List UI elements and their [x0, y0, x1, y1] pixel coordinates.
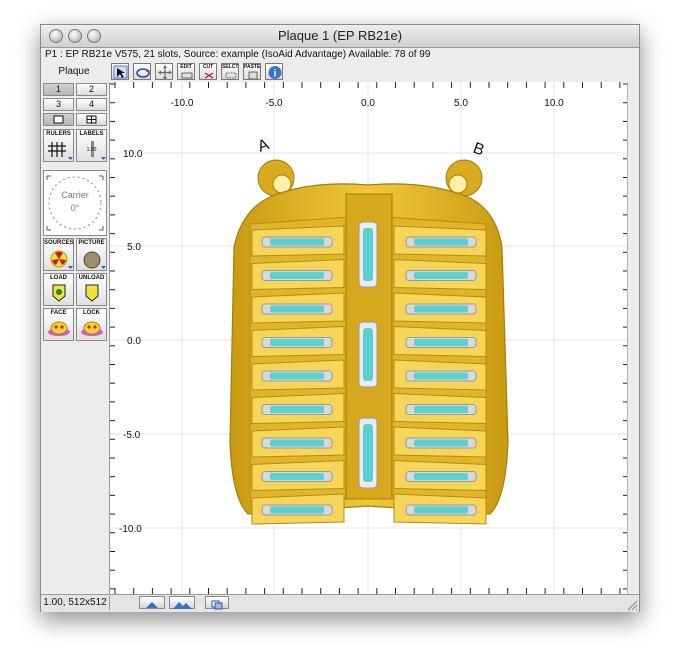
- y-tick-label: -5.0: [123, 430, 141, 441]
- x-tick-label: 10.0: [544, 98, 564, 109]
- seed: [270, 305, 324, 313]
- plaque-window: Plaque 1 (EP RB21e) P1 : EP RB21e V575, …: [40, 24, 640, 612]
- lock-button[interactable]: LOCK: [76, 308, 107, 341]
- seed: [270, 372, 324, 380]
- zoom-small-button[interactable]: [139, 596, 165, 609]
- mountain-large-icon: [173, 602, 192, 609]
- seed: [270, 406, 324, 413]
- single-view-button[interactable]: [43, 113, 74, 126]
- unload-icon: [85, 284, 99, 302]
- carrier-label: Carrier: [61, 190, 89, 200]
- seed: [414, 506, 468, 514]
- seed: [414, 439, 468, 447]
- toolbar: Plaque EDIT CUT SELCT PASTE i: [41, 62, 639, 82]
- plaque-canvas[interactable]: -10.0 -5.0 0.0 5.0 10.0 10.0 5.0 0.0 -5.…: [109, 82, 628, 594]
- view-4-button[interactable]: 4: [76, 98, 107, 111]
- picture-icon: [83, 251, 106, 269]
- y-tick-label: 0.0: [127, 336, 141, 347]
- x-tick-label: -10.0: [171, 98, 194, 109]
- seed: [270, 506, 324, 514]
- seed: [270, 238, 324, 246]
- lock-icon: [81, 321, 103, 336]
- quad-view-button[interactable]: [76, 113, 107, 126]
- quad-pane-icon: [86, 115, 97, 124]
- info-button[interactable]: i: [265, 63, 283, 80]
- face-button[interactable]: FACE: [43, 308, 74, 341]
- carrier-angle: 0°: [70, 203, 80, 213]
- copy-view-button[interactable]: [205, 596, 229, 610]
- view-3-button[interactable]: 3: [43, 98, 74, 111]
- seed-slots: [251, 221, 487, 525]
- y-tick-label: 5.0: [127, 242, 141, 253]
- paste-icon: [248, 71, 258, 79]
- plaque-view[interactable]: -10.0 -5.0 0.0 5.0 10.0 10.0 5.0 0.0 -5.…: [110, 82, 628, 594]
- scissors-icon: [204, 72, 214, 79]
- view-1-button[interactable]: 1: [43, 83, 74, 96]
- move-icon: [158, 65, 172, 79]
- picture-button[interactable]: PICTURE: [76, 238, 107, 271]
- load-button[interactable]: LOAD: [43, 273, 74, 306]
- window-title: Plaque 1 (EP RB21e): [277, 28, 403, 43]
- corner-label-b: B: [471, 140, 487, 160]
- unload-button[interactable]: UNLOAD: [76, 273, 107, 306]
- status-bar: 1.00, 512x512: [41, 594, 639, 612]
- info-icon: i: [268, 66, 282, 80]
- plaque-info-text: P1 : EP RB21e V575, 21 slots, Source: ex…: [45, 49, 431, 60]
- x-tick-label: 0.0: [361, 98, 375, 109]
- edit-button[interactable]: EDIT: [177, 63, 195, 80]
- cut-button[interactable]: CUT: [199, 63, 217, 80]
- zoom-large-button[interactable]: [169, 596, 195, 609]
- seed: [414, 372, 468, 380]
- seed: [363, 228, 373, 281]
- left-tool-panel: 1 2 3 4 RULERS LABELS 1.00 Carrier 0° SO…: [41, 82, 109, 594]
- mountain-small-icon: [146, 602, 158, 608]
- seed: [270, 473, 324, 480]
- labels-value: 1.00: [86, 147, 97, 153]
- single-pane-icon: [53, 115, 64, 124]
- grid-icon: [48, 142, 73, 160]
- face-icon: [48, 321, 70, 336]
- copy-icon: [211, 600, 223, 610]
- resize-grip-icon[interactable]: [626, 599, 638, 611]
- seed: [414, 473, 468, 480]
- select-arrow-icon: [113, 65, 128, 79]
- rotate-tool-button[interactable]: [133, 63, 151, 80]
- seed: [414, 406, 468, 413]
- view-2-button[interactable]: 2: [76, 83, 107, 96]
- paste-button[interactable]: PASTE: [243, 63, 261, 80]
- select-icon: [225, 72, 237, 79]
- seed: [270, 439, 324, 447]
- y-tick-label: 10.0: [123, 149, 143, 160]
- carrier-rotation-dial[interactable]: Carrier 0°: [43, 170, 107, 236]
- plaque-label: Plaque: [58, 66, 90, 77]
- seed: [414, 339, 468, 346]
- seed: [414, 272, 468, 279]
- y-tick-label: -10.0: [119, 524, 142, 535]
- x-tick-label: 5.0: [454, 98, 468, 109]
- seed: [414, 305, 468, 313]
- rulers-toggle[interactable]: RULERS: [43, 129, 74, 162]
- sources-button[interactable]: SOURCES: [43, 238, 74, 271]
- select-button[interactable]: SELCT: [221, 63, 239, 80]
- title-bar[interactable]: Plaque 1 (EP RB21e): [41, 25, 639, 48]
- rotate-icon: [136, 68, 150, 78]
- seed: [270, 339, 324, 346]
- x-tick-label: -5.0: [265, 98, 283, 109]
- seed: [414, 238, 468, 246]
- labels-toggle[interactable]: LABELS 1.00: [76, 129, 107, 162]
- radiation-icon: [50, 250, 73, 269]
- plaque-model[interactable]: [229, 159, 509, 525]
- select-tool-button[interactable]: [111, 63, 129, 80]
- seed: [270, 272, 324, 279]
- zoom-resolution-text: 1.00, 512x512: [41, 596, 110, 610]
- seed: [363, 328, 373, 381]
- svg-text:i: i: [274, 69, 277, 80]
- seed: [363, 424, 373, 482]
- vertical-scrollbar[interactable]: [627, 82, 639, 594]
- edit-icon: [181, 72, 193, 79]
- move-tool-button[interactable]: [155, 63, 173, 80]
- load-icon: [52, 284, 66, 302]
